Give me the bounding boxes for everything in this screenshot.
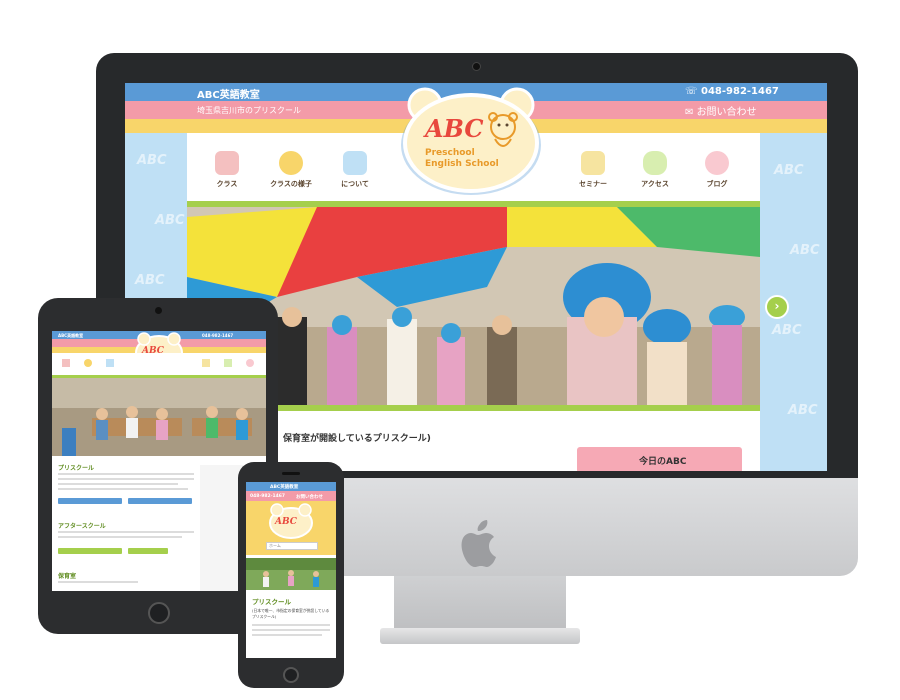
calendar-icon[interactable] [202, 359, 210, 367]
today-abc-label: 今日のABC [639, 457, 687, 467]
logo-subtitle-1: Preschool [425, 148, 475, 158]
crayons-icon [215, 151, 239, 175]
classroom-photo [52, 378, 266, 456]
crayons-icon[interactable] [62, 359, 70, 367]
nav-item-blog[interactable]: ブログ [687, 151, 747, 189]
phone-contact[interactable]: お問い合わせ [296, 494, 323, 500]
text-line [58, 478, 194, 480]
tablet-classroom-photo [52, 378, 266, 456]
clock-icon [279, 151, 303, 175]
phone-logo[interactable]: ABC [268, 502, 314, 540]
text-line [58, 531, 194, 533]
girl-icon [705, 151, 729, 175]
nav-label: セミナー [579, 180, 607, 188]
website-phone: ABC英語教室 048-982-1467 お問い合わせ ABC ホーム プリスク… [246, 482, 336, 658]
abc-blocks-icon[interactable] [106, 359, 114, 367]
girl-icon[interactable] [246, 359, 254, 367]
phone-hero-photo [246, 558, 336, 590]
nav-item-access[interactable]: アクセス [625, 151, 685, 189]
phone-phone-number[interactable]: 048-982-1467 [250, 494, 285, 499]
pattern-text: ABC [788, 403, 818, 418]
contact-label: お問い合わせ [696, 107, 757, 118]
text-line [252, 624, 330, 626]
tablet-site-title[interactable]: ABC英語教室 [58, 333, 83, 339]
tablet-button[interactable] [58, 498, 122, 504]
iphone-speaker-icon [282, 472, 300, 475]
phone-section-title: プリスクール [252, 598, 291, 606]
pattern-text: ABC [790, 243, 820, 258]
nav-label: クラス [216, 180, 238, 188]
phone-number[interactable]: ☏ 048-982-1467 [685, 86, 779, 97]
mail-icon: ✉ [685, 107, 697, 118]
nav-item-seminar[interactable]: セミナー [563, 151, 623, 189]
apple-logo-icon [461, 520, 496, 567]
car-icon [643, 151, 667, 175]
park-photo [246, 558, 336, 590]
phone-icon: ☏ [685, 86, 701, 97]
tablet-section-afterschool: アフタースクール [58, 523, 106, 530]
tablet-button[interactable] [58, 548, 122, 554]
clock-icon[interactable] [84, 359, 92, 367]
text-line [252, 629, 330, 631]
phone-number-text: 048-982-1467 [701, 86, 779, 97]
imac-stand-foot [380, 628, 580, 644]
phone-site-title[interactable]: ABC英語教室 [270, 484, 298, 490]
pattern-text: ABC [155, 213, 185, 228]
pattern-text: ABC [772, 323, 802, 338]
calendar-icon [581, 151, 605, 175]
text-line [58, 536, 182, 538]
ipad-camera-icon [155, 307, 162, 314]
nav-item-class[interactable]: クラス [197, 151, 257, 189]
tablet-button[interactable] [128, 548, 168, 554]
content-snippet: 保育室が開設しているプリスクール) [283, 434, 431, 444]
nav-label: クラスの様子 [270, 180, 312, 188]
site-tagline: 埼玉県吉川市のプリスクール [197, 106, 301, 115]
pattern-text: ABC [135, 273, 165, 288]
imac-stand-neck [394, 576, 566, 634]
today-abc-box[interactable]: 今日のABC [577, 447, 742, 471]
nav-label: ブログ [706, 180, 728, 188]
logo-subtitle-2: English School [425, 159, 499, 169]
ipad-home-button[interactable] [148, 602, 170, 624]
tablet-section-preschool: プリスクール [58, 465, 95, 472]
phone-text-line-2: プリスクール) [252, 614, 277, 619]
nav-item-about[interactable]: について [325, 151, 385, 189]
text-line [58, 581, 138, 583]
site-title[interactable]: ABC英語教室 [197, 86, 260, 101]
tablet-nav [52, 353, 266, 377]
text-line [58, 473, 194, 475]
chevron-right-icon: › [774, 299, 780, 313]
abc-bear-logo[interactable]: ABC Preschool English School [395, 85, 547, 195]
text-line [58, 483, 178, 485]
phone-logo-text: ABC [274, 517, 298, 527]
phone-search-input[interactable]: ホーム [266, 542, 318, 550]
text-line [58, 488, 188, 490]
slider-next-button[interactable]: › [765, 295, 789, 319]
tablet-button[interactable] [128, 498, 192, 504]
tablet-section-nursery: 保育室 [58, 573, 77, 580]
website-tablet: ABC英語教室 048-982-1467 ABC プリスクール アフタースクール… [52, 331, 266, 591]
camera-icon [472, 62, 481, 71]
nav-label: について [341, 180, 369, 188]
car-icon[interactable] [224, 359, 232, 367]
nav-item-class-scene[interactable]: クラスの様子 [261, 151, 321, 189]
pattern-text: ABC [137, 153, 167, 168]
pattern-text: ABC [774, 163, 804, 178]
tablet-phone[interactable]: 048-982-1467 [202, 333, 233, 338]
nav-label: アクセス [641, 180, 669, 188]
logo-text: ABC [423, 114, 483, 143]
text-line [252, 634, 322, 636]
abc-blocks-icon [343, 151, 367, 175]
contact-link[interactable]: ✉ お問い合わせ [685, 103, 757, 118]
phone-text-line-1: (日本で唯一、市指定の保育室が併設している [252, 608, 330, 613]
iphone-home-button[interactable] [283, 667, 299, 683]
